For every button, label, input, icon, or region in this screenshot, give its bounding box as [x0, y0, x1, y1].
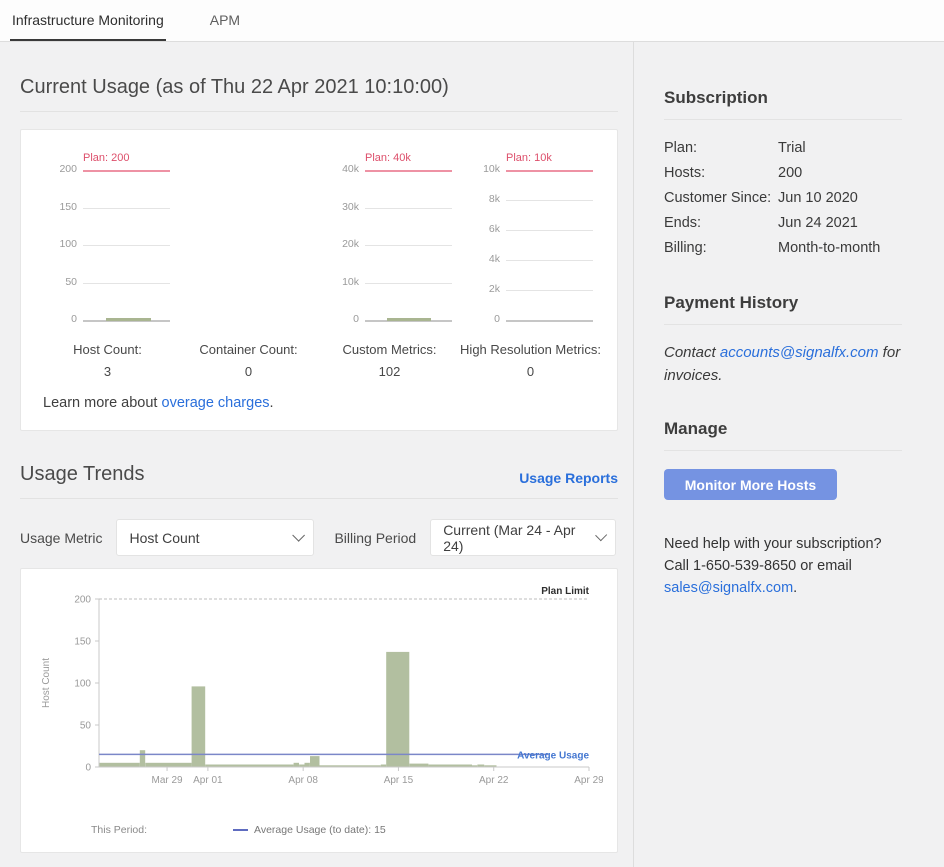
plan-label: Plan:	[664, 136, 778, 161]
usage-metric-select[interactable]: Host Count	[116, 519, 314, 556]
usage-reports-link[interactable]: Usage Reports	[519, 470, 618, 486]
current-usage-title: Current Usage (as of Thu 22 Apr 2021 10:…	[20, 76, 618, 99]
subscription-sidebar: Subscription Plan: Trial Hosts: 200 Cust…	[633, 42, 944, 867]
svg-text:100: 100	[74, 679, 91, 690]
svg-text:Host Count: Host Count	[41, 658, 52, 708]
container-count-label: Container Count:	[178, 342, 319, 357]
svg-text:150: 150	[74, 637, 91, 648]
svg-text:Apr 08: Apr 08	[288, 775, 318, 786]
divider	[20, 111, 618, 112]
subscription-row-customer-since: Customer Since: Jun 10 2020	[664, 186, 902, 211]
help-line1: Need help with your subscription?	[664, 536, 882, 552]
learn-more-suffix: .	[270, 395, 274, 411]
divider	[664, 119, 902, 120]
payment-history-title: Payment History	[664, 293, 902, 313]
high-resolution-metrics-value: 0	[460, 364, 601, 379]
billing-value: Month-to-month	[778, 236, 880, 261]
current-usage-card: 200150100500Plan: 200 Host Count: 3 Cont…	[20, 129, 618, 431]
usage-trends-title: Usage Trends	[20, 463, 145, 486]
subscription-details: Plan: Trial Hosts: 200 Customer Since: J…	[664, 136, 902, 261]
ends-label: Ends:	[664, 211, 778, 236]
custom-metrics-column: 40k30k20k10k0Plan: 40k Custom Metrics: 1…	[319, 144, 460, 379]
customer-since-label: Customer Since:	[664, 186, 778, 211]
payment-text-prefix: Contact	[664, 344, 720, 361]
chevron-down-icon	[595, 529, 607, 541]
learn-more-prefix: Learn more about	[43, 395, 162, 411]
usage-trend-chart-card: 0 50 100 150 200 Mar 29 Apr 01 Apr 08 Apr 15 Apr …	[20, 568, 618, 853]
hosts-label: Hosts:	[664, 161, 778, 186]
subscription-row-hosts: Hosts: 200	[664, 161, 902, 186]
billing-period-label: Billing Period	[334, 530, 416, 546]
mini-charts-row: 200150100500Plan: 200 Host Count: 3 Cont…	[37, 144, 601, 379]
overage-charges-link[interactable]: overage charges	[162, 395, 270, 411]
svg-text:Apr 22: Apr 22	[479, 775, 509, 786]
help-suffix: .	[793, 580, 797, 596]
billing-label: Billing:	[664, 236, 778, 261]
hosts-value: 200	[778, 161, 802, 186]
host-count-column: 200150100500Plan: 200 Host Count: 3	[37, 144, 178, 379]
average-usage-legend-icon	[233, 829, 248, 831]
billing-period-select[interactable]: Current (Mar 24 - Apr 24)	[430, 519, 616, 556]
container-count-column: Container Count: 0	[178, 144, 319, 379]
billing-period-selected-value: Current (Mar 24 - Apr 24)	[443, 522, 585, 554]
custom-metrics-value: 102	[319, 364, 460, 379]
divider	[664, 450, 902, 451]
trend-filters: Usage Metric Host Count Billing Period C…	[20, 519, 618, 556]
host-count-mini-chart: 200150100500Plan: 200	[37, 144, 178, 340]
legend-average-label: Average Usage (to date): 15	[254, 824, 386, 836]
divider	[664, 324, 902, 325]
subscription-row-ends: Ends: Jun 24 2021	[664, 211, 902, 236]
main-content: Current Usage (as of Thu 22 Apr 2021 10:…	[0, 42, 633, 867]
sales-email-link[interactable]: sales@signalfx.com	[664, 580, 793, 596]
plan-value: Trial	[778, 136, 806, 161]
svg-text:Mar 29: Mar 29	[151, 775, 183, 786]
tab-apm[interactable]: APM	[208, 0, 242, 41]
accounts-email-link[interactable]: accounts@signalfx.com	[720, 344, 879, 361]
custom-metrics-mini-chart: 40k30k20k10k0Plan: 40k	[319, 144, 460, 340]
svg-text:Apr 01: Apr 01	[193, 775, 223, 786]
host-count-value: 3	[37, 364, 178, 379]
custom-metrics-label: Custom Metrics:	[319, 342, 460, 357]
svg-text:50: 50	[80, 721, 92, 732]
subscription-row-billing: Billing: Month-to-month	[664, 236, 902, 261]
svg-text:0: 0	[85, 763, 91, 774]
payment-history-text: Contact accounts@signalfx.com for invoic…	[664, 341, 902, 387]
svg-text:Average Usage: Average Usage	[517, 750, 589, 761]
learn-more-text: Learn more about overage charges.	[37, 395, 601, 411]
svg-text:Apr 29: Apr 29	[574, 775, 603, 786]
svg-text:200: 200	[74, 595, 91, 606]
host-count-label: Host Count:	[37, 342, 178, 357]
chevron-down-icon	[293, 529, 306, 542]
legend-period-label: This Period:	[91, 824, 147, 836]
subscription-row-plan: Plan: Trial	[664, 136, 902, 161]
usage-metric-label: Usage Metric	[20, 530, 102, 546]
svg-text:Apr 15: Apr 15	[384, 775, 414, 786]
svg-text:Plan Limit: Plan Limit	[541, 586, 589, 597]
container-count-value: 0	[178, 364, 319, 379]
container-count-mini-chart	[178, 144, 319, 340]
high-resolution-metrics-column: 10k8k6k4k2k0Plan: 10k High Resolution Me…	[460, 144, 601, 379]
usage-metric-selected-value: Host Count	[129, 530, 199, 546]
monitor-more-hosts-button[interactable]: Monitor More Hosts	[664, 469, 837, 500]
tab-bar: Infrastructure Monitoring APM	[0, 0, 944, 42]
chart-legend: This Period: Average Usage (to date): 15	[91, 824, 603, 836]
help-text: Need help with your subscription? Call 1…	[664, 533, 902, 599]
host-count-trend-chart: 0 50 100 150 200 Mar 29 Apr 01 Apr 08 Apr 15 Apr …	[35, 585, 603, 806]
tab-infrastructure-monitoring[interactable]: Infrastructure Monitoring	[10, 0, 166, 41]
help-line2: Call 1-650-539-8650 or email	[664, 558, 852, 574]
ends-value: Jun 24 2021	[778, 211, 858, 236]
subscription-title: Subscription	[664, 88, 902, 108]
high-resolution-metrics-mini-chart: 10k8k6k4k2k0Plan: 10k	[460, 144, 601, 340]
high-resolution-metrics-label: High Resolution Metrics:	[460, 342, 601, 357]
customer-since-value: Jun 10 2020	[778, 186, 858, 211]
divider	[20, 498, 618, 499]
manage-title: Manage	[664, 419, 902, 439]
